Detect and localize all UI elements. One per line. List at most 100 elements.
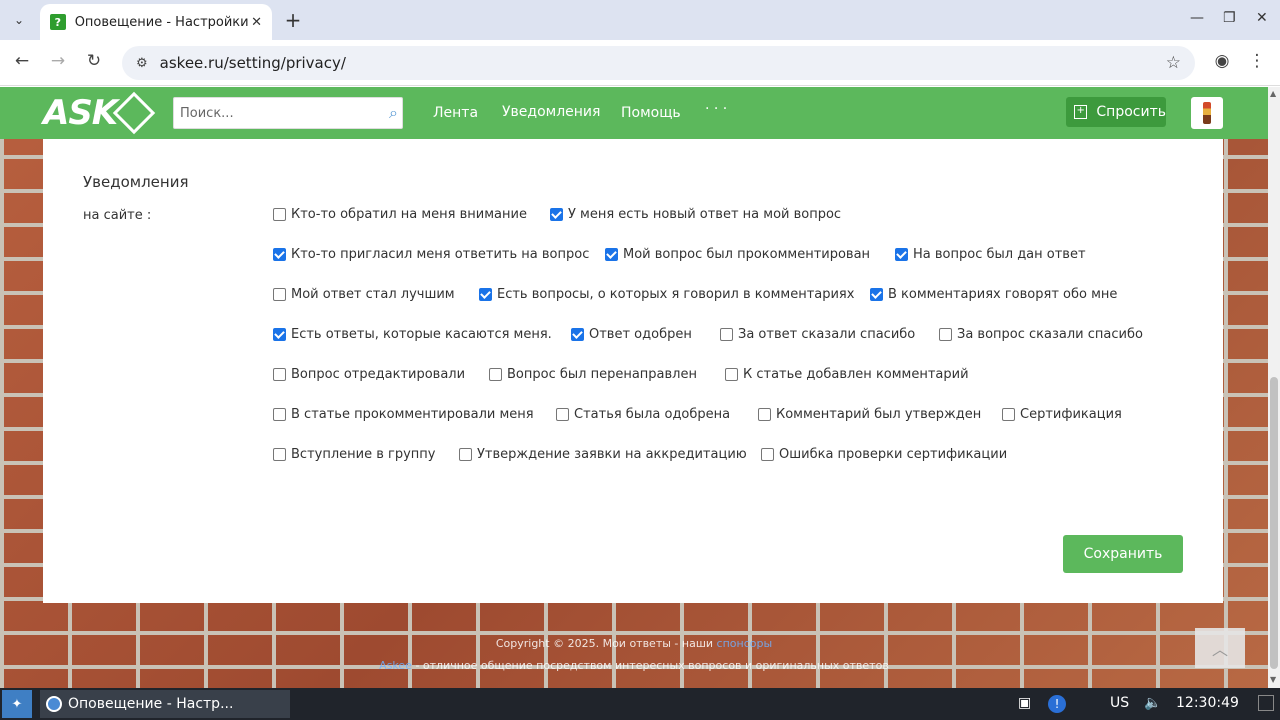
ask-button[interactable]: + Спросить — [1066, 97, 1166, 127]
checkbox[interactable] — [870, 288, 883, 301]
option-item[interactable]: Мой ответ стал лучшим — [273, 287, 455, 302]
checkbox[interactable] — [550, 208, 563, 221]
checkbox[interactable] — [479, 288, 492, 301]
checkbox[interactable] — [895, 248, 908, 261]
option-item[interactable]: Есть ответы, которые касаются меня. — [273, 327, 552, 342]
tab-bar: ⌄ ? Оповещение - Настройки ✕ + — ❐ ✕ — [0, 0, 1280, 40]
option-item[interactable]: Вопрос был перенаправлен — [489, 367, 697, 382]
checkbox[interactable] — [273, 368, 286, 381]
page-scrollbar[interactable]: ▲ ▼ — [1268, 87, 1280, 688]
option-item[interactable]: У меня есть новый ответ на мой вопрос — [550, 207, 841, 222]
back-icon[interactable]: ← — [10, 51, 34, 71]
scroll-down-icon[interactable]: ▼ — [1270, 675, 1276, 684]
start-menu-icon[interactable]: ✦ — [2, 690, 32, 718]
search-icon[interactable]: ⌕ — [389, 103, 398, 123]
search-input[interactable] — [174, 98, 370, 128]
option-item[interactable]: Есть вопросы, о которых я говорил в комм… — [479, 287, 854, 302]
option-label: На вопрос был дан ответ — [913, 247, 1086, 262]
tagline-text: - отличное общение посредством интересны… — [411, 659, 889, 672]
option-item[interactable]: Ответ одобрен — [571, 327, 692, 342]
logo-mark-icon — [112, 91, 156, 135]
option-label: Сертификация — [1020, 407, 1122, 422]
logo-text: ASK — [43, 93, 118, 133]
option-item[interactable]: Мой вопрос был прокомментирован — [605, 247, 870, 262]
bottle-icon — [1203, 102, 1211, 124]
checkbox[interactable] — [1002, 408, 1015, 421]
option-label: Утверждение заявки на аккредитацию — [477, 447, 747, 462]
site-logo[interactable]: ASK — [43, 91, 156, 135]
option-item[interactable]: В комментариях говорят обо мне — [870, 287, 1117, 302]
option-item[interactable]: Вступление в группу — [273, 447, 435, 462]
nav-notifications[interactable]: Уведомления — [502, 104, 600, 120]
browser-tab[interactable]: ? Оповещение - Настройки ✕ — [40, 4, 272, 40]
footer-tagline: Askee - отличное общение посредством инт… — [0, 659, 1268, 672]
checkbox[interactable] — [758, 408, 771, 421]
checkbox[interactable] — [605, 248, 618, 261]
checkbox[interactable] — [273, 408, 286, 421]
bookmark-star-icon[interactable]: ☆ — [1166, 53, 1181, 73]
keyboard-layout[interactable]: US — [1110, 695, 1129, 711]
network-icon[interactable]: ▣ — [1018, 695, 1031, 711]
option-item[interactable]: Статья была одобрена — [556, 407, 730, 422]
checkbox[interactable] — [571, 328, 584, 341]
option-label: Вопрос отредактировали — [291, 367, 466, 382]
url-text[interactable]: askee.ru/setting/privacy/ — [160, 54, 346, 72]
option-item[interactable]: За ответ сказали спасибо — [720, 327, 915, 342]
checkbox[interactable] — [273, 288, 286, 301]
tab-title: Оповещение - Настройки — [74, 14, 249, 30]
browser-menu-icon[interactable]: ⋮ — [1245, 51, 1269, 71]
checkbox[interactable] — [939, 328, 952, 341]
checkbox[interactable] — [459, 448, 472, 461]
close-window-icon[interactable]: ✕ — [1256, 10, 1268, 26]
tab-search-icon[interactable]: ⌄ — [5, 6, 33, 34]
taskbar-window[interactable]: Оповещение - Настр... — [40, 690, 290, 718]
show-desktop-icon[interactable] — [1258, 695, 1274, 711]
option-item[interactable]: На вопрос был дан ответ — [895, 247, 1086, 262]
nav-help[interactable]: Помощь — [621, 105, 681, 121]
scroll-up-icon[interactable]: ▲ — [1270, 89, 1276, 98]
option-item[interactable]: Кто-то пригласил меня ответить на вопрос — [273, 247, 589, 262]
volume-icon[interactable]: 🔈 — [1144, 695, 1161, 711]
tab-close-icon[interactable]: ✕ — [251, 15, 262, 30]
option-item[interactable]: За вопрос сказали спасибо — [939, 327, 1143, 342]
option-item[interactable]: Сертификация — [1002, 407, 1122, 422]
alert-icon[interactable]: ! — [1048, 695, 1066, 713]
checkbox[interactable] — [556, 408, 569, 421]
checkbox[interactable] — [720, 328, 733, 341]
scroll-thumb[interactable] — [1270, 377, 1278, 669]
checkbox[interactable] — [273, 208, 286, 221]
new-tab-icon[interactable]: + — [282, 8, 304, 32]
option-item[interactable]: Ошибка проверки сертификации — [761, 447, 1007, 462]
profile-icon[interactable]: ◉ — [1210, 51, 1234, 71]
checkbox[interactable] — [761, 448, 774, 461]
checkbox[interactable] — [725, 368, 738, 381]
checkbox[interactable] — [273, 248, 286, 261]
site-info-icon[interactable]: ⚙ — [136, 56, 148, 71]
scroll-top-button[interactable]: ︿ — [1195, 628, 1245, 668]
askee-link[interactable]: Askee — [379, 659, 412, 672]
section-title: Уведомления — [83, 173, 189, 191]
checkbox[interactable] — [273, 448, 286, 461]
option-label: Комментарий был утвержден — [776, 407, 982, 422]
option-item[interactable]: В статье прокомментировали меня — [273, 407, 534, 422]
option-item[interactable]: Утверждение заявки на аккредитацию — [459, 447, 747, 462]
restore-icon[interactable]: ❐ — [1223, 10, 1236, 26]
option-label: В статье прокомментировали меня — [291, 407, 534, 422]
nav-feed[interactable]: Лента — [433, 105, 478, 121]
save-button[interactable]: Сохранить — [1063, 535, 1183, 573]
option-item[interactable]: К статье добавлен комментарий — [725, 367, 969, 382]
avatar[interactable] — [1191, 97, 1223, 129]
option-label: Статья была одобрена — [574, 407, 731, 422]
address-bar[interactable]: ⚙ askee.ru/setting/privacy/ ☆ — [122, 46, 1195, 80]
sponsors-link[interactable]: спонсоры — [717, 637, 773, 650]
option-label: Вступление в группу — [291, 447, 436, 462]
nav-more[interactable]: · · · — [705, 101, 727, 117]
option-item[interactable]: Вопрос отредактировали — [273, 367, 465, 382]
minimize-icon[interactable]: — — [1190, 10, 1204, 26]
forward-icon[interactable]: → — [46, 51, 70, 71]
checkbox[interactable] — [489, 368, 502, 381]
option-item[interactable]: Комментарий был утвержден — [758, 407, 981, 422]
option-item[interactable]: Кто-то обратил на меня внимание — [273, 207, 527, 222]
checkbox[interactable] — [273, 328, 286, 341]
reload-icon[interactable]: ↻ — [82, 51, 106, 71]
